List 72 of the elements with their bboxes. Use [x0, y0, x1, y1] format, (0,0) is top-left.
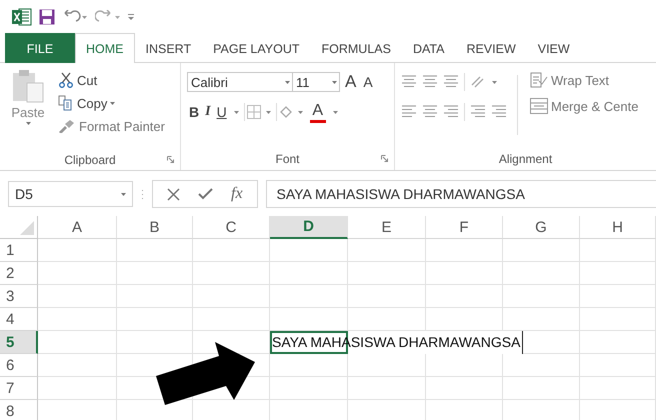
paste-button[interactable]: Paste [6, 69, 50, 149]
dropdown-caret-icon[interactable] [110, 102, 116, 104]
row-header[interactable]: 7 [0, 377, 38, 400]
cut-button[interactable]: Cut [56, 69, 167, 91]
row-header[interactable]: 4 [0, 308, 38, 331]
ribbon-tab[interactable]: REVIEW [455, 33, 527, 63]
redo-icon[interactable] [95, 10, 121, 24]
cancel-icon[interactable] [167, 188, 180, 200]
font-name-field[interactable]: Calibri [187, 72, 293, 92]
group-label: Clipboard [64, 152, 116, 166]
orientation-icon[interactable] [470, 75, 484, 89]
dropdown-caret-icon[interactable] [234, 110, 239, 114]
checkmark-icon[interactable] [198, 188, 213, 200]
ribbon-tab[interactable]: FORMULAS [310, 33, 402, 63]
merge-center-button[interactable]: Merge & Cente [528, 95, 640, 117]
row-header[interactable]: 2 [0, 262, 38, 285]
font-size-field[interactable]: 11 [292, 72, 340, 92]
dropdown-caret-icon[interactable] [285, 80, 290, 84]
align-center-icon[interactable] [422, 104, 438, 120]
font-color-button[interactable]: A [308, 100, 328, 124]
save-icon[interactable] [39, 8, 55, 24]
ribbon-tab[interactable]: INSERT [134, 33, 202, 63]
align-right-icon[interactable] [443, 104, 459, 120]
dropdown-caret-icon[interactable] [266, 110, 271, 114]
bold-button[interactable]: B [187, 101, 202, 123]
group-label: Font [275, 152, 300, 166]
formula-field[interactable]: SAYA MAHASISWA DHARMAWANGSA [266, 180, 656, 208]
customize-toolbar-icon[interactable] [128, 14, 134, 20]
row-header[interactable]: 3 [0, 285, 38, 308]
increase-font-size-button[interactable]: A [343, 71, 358, 93]
file-tab[interactable]: FILE [5, 33, 75, 63]
ribbon-tab[interactable]: HOME [75, 33, 134, 63]
dropdown-caret-icon[interactable] [26, 122, 30, 125]
dropdown-caret-icon[interactable] [332, 110, 338, 114]
row-header[interactable]: 6 [0, 354, 38, 377]
undo-icon[interactable] [62, 10, 88, 24]
copy-button[interactable]: Copy [56, 92, 167, 114]
underline-button[interactable]: U [214, 101, 229, 123]
merge-cells-icon [530, 98, 548, 114]
copy-icon [58, 95, 74, 111]
scissors-icon [58, 72, 74, 88]
paintbrush-icon [58, 119, 76, 133]
dropdown-caret-icon[interactable] [298, 110, 303, 114]
increase-indent-icon[interactable] [491, 104, 507, 120]
row-header[interactable]: 1 [0, 239, 38, 262]
insert-function-button[interactable]: fx [231, 185, 243, 203]
bottom-align-icon[interactable] [443, 74, 459, 90]
dropdown-caret-icon[interactable] [121, 192, 126, 196]
top-align-icon[interactable] [401, 74, 417, 90]
format-painter-button[interactable]: Format Painter [56, 115, 167, 137]
clipboard-icon [11, 69, 45, 103]
align-left-icon[interactable] [401, 104, 417, 120]
decrease-font-size-button[interactable]: A [361, 71, 375, 93]
borders-icon[interactable] [246, 105, 261, 119]
dialog-launcher-icon[interactable] [167, 156, 174, 163]
ribbon-tab[interactable]: VIEW [526, 33, 581, 63]
dropdown-caret-icon[interactable] [332, 80, 337, 84]
group-label: Alignment [498, 152, 552, 166]
middle-align-icon[interactable] [422, 74, 438, 90]
wrap-text-button[interactable]: Wrap Text [528, 69, 640, 91]
italic-button[interactable]: I [203, 101, 213, 123]
dropdown-caret-icon[interactable] [492, 80, 497, 84]
wrap-text-icon [530, 72, 548, 88]
ribbon-tab[interactable]: DATA [402, 33, 456, 63]
ribbon-tab[interactable]: PAGE LAYOUT [202, 33, 310, 63]
column-header[interactable]: D [270, 216, 348, 239]
dialog-launcher-icon[interactable] [381, 155, 388, 162]
fill-bucket-icon[interactable] [278, 105, 293, 119]
row-header[interactable]: 5 [0, 331, 38, 354]
decrease-indent-icon[interactable] [470, 104, 486, 120]
name-box[interactable]: D5 [8, 181, 133, 207]
spreadsheet-app-icon [12, 8, 32, 26]
